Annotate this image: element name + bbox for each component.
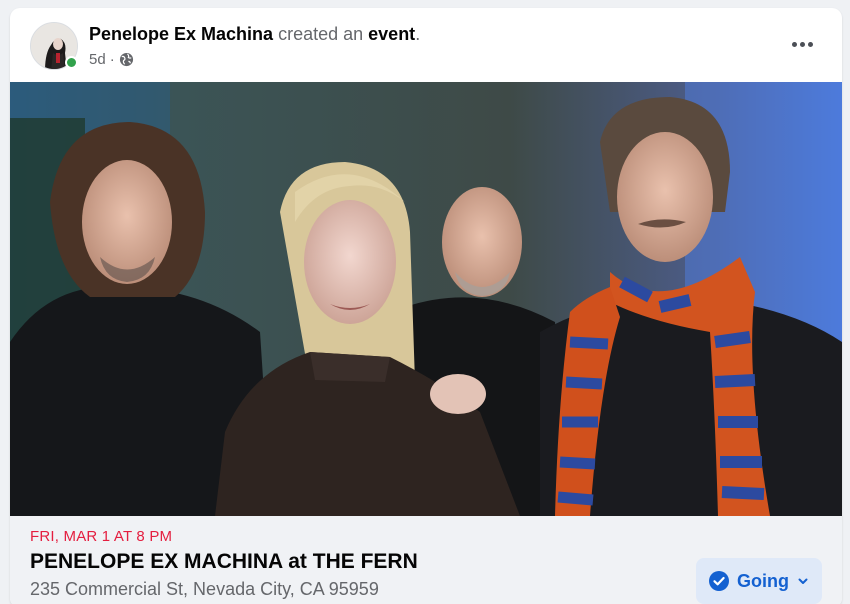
post-meta: 5d ·: [89, 51, 134, 68]
more-dot: [799, 41, 805, 47]
online-status-dot: [65, 56, 78, 69]
more-options-icon[interactable]: [784, 32, 820, 56]
post-timestamp[interactable]: 5d: [89, 51, 106, 68]
meta-separator: ·: [109, 51, 115, 68]
more-dot: [791, 41, 797, 47]
globe-icon[interactable]: [119, 52, 134, 67]
check-circle-icon: [709, 571, 729, 591]
headline-period: .: [415, 24, 421, 44]
rsvp-label: Going: [737, 570, 789, 591]
event-date: FRI, MAR 1 AT 8 PM: [30, 528, 173, 545]
event-cover-photo[interactable]: [10, 82, 842, 516]
post-headline: Penelope Ex Machina created an event.: [89, 24, 420, 45]
event-details: FRI, MAR 1 AT 8 PM PENELOPE EX MACHINA a…: [10, 516, 842, 604]
action-text: created an: [278, 24, 364, 44]
event-address: 235 Commercial St, Nevada City, CA 95959: [30, 579, 379, 599]
post-card: Penelope Ex Machina created an event. 5d…: [10, 8, 842, 604]
author-name[interactable]: Penelope Ex Machina: [89, 24, 273, 44]
chevron-down-icon: [798, 578, 808, 584]
event-title[interactable]: PENELOPE EX MACHINA at THE FERN: [30, 550, 418, 574]
more-dot: [807, 41, 813, 47]
rsvp-going-button[interactable]: Going: [696, 558, 822, 604]
post-header: Penelope Ex Machina created an event. 5d…: [10, 8, 842, 82]
event-link[interactable]: event: [368, 24, 415, 44]
